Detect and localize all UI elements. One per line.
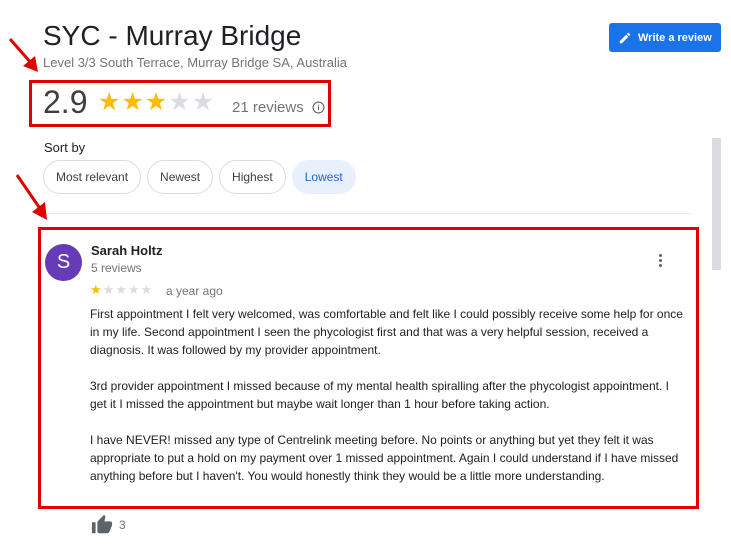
- star-icon: ★: [168, 88, 192, 116]
- star-icon: ★: [90, 282, 103, 297]
- annotation-arrow-icon: [8, 38, 38, 72]
- sort-chip-highest[interactable]: Highest: [219, 160, 286, 194]
- write-review-button[interactable]: Write a review: [609, 23, 721, 52]
- review-paragraph: 3rd provider appointment I missed becaus…: [90, 379, 669, 411]
- rating-stars: ★★★★★: [98, 90, 215, 115]
- review-stars: ★★★★★: [90, 283, 153, 296]
- star-icon: ★: [98, 88, 122, 116]
- pencil-icon: [619, 32, 631, 43]
- place-address: Level 3/3 South Terrace, Murray Bridge S…: [43, 55, 347, 70]
- star-icon: ★: [121, 88, 145, 116]
- star-icon: ★: [115, 282, 128, 297]
- sort-chip-most-relevant[interactable]: Most relevant: [43, 160, 142, 194]
- info-icon[interactable]: [312, 101, 325, 114]
- star-icon: ★: [102, 282, 116, 297]
- star-icon: ★: [127, 282, 141, 297]
- sort-chips: Most relevant Newest Highest Lowest: [43, 160, 356, 194]
- rating-value: 2.9: [43, 84, 88, 120]
- scrollbar[interactable]: [712, 138, 721, 270]
- sort-chip-newest[interactable]: Newest: [147, 160, 214, 194]
- place-title: SYC - Murray Bridge: [43, 20, 302, 51]
- reviewer-review-count: 5 reviews: [91, 261, 142, 275]
- star-icon: ★: [140, 282, 154, 297]
- review-paragraph: First appointment I felt very welcomed, …: [90, 307, 683, 357]
- sort-label: Sort by: [44, 140, 86, 155]
- avatar[interactable]: S: [45, 244, 82, 281]
- reviewer-name[interactable]: Sarah Holtz: [91, 243, 163, 258]
- star-icon: ★: [144, 88, 169, 116]
- thumbs-up-icon: [91, 514, 113, 534]
- write-review-label: Write a review: [638, 31, 712, 44]
- more-options-icon[interactable]: [650, 250, 670, 270]
- star-icon: ★: [191, 88, 216, 116]
- review-time: a year ago: [166, 284, 223, 298]
- annotation-arrow-icon: [15, 174, 47, 220]
- review-text: First appointment I felt very welcomed, …: [90, 305, 686, 503]
- review-paragraph: I have NEVER! missed any type of Centrel…: [90, 433, 679, 483]
- like-button[interactable]: 3: [91, 514, 126, 536]
- sort-chip-lowest[interactable]: Lowest: [291, 160, 356, 194]
- review-count[interactable]: 21 reviews: [232, 99, 304, 116]
- like-count: 3: [119, 518, 126, 532]
- divider: [43, 213, 691, 214]
